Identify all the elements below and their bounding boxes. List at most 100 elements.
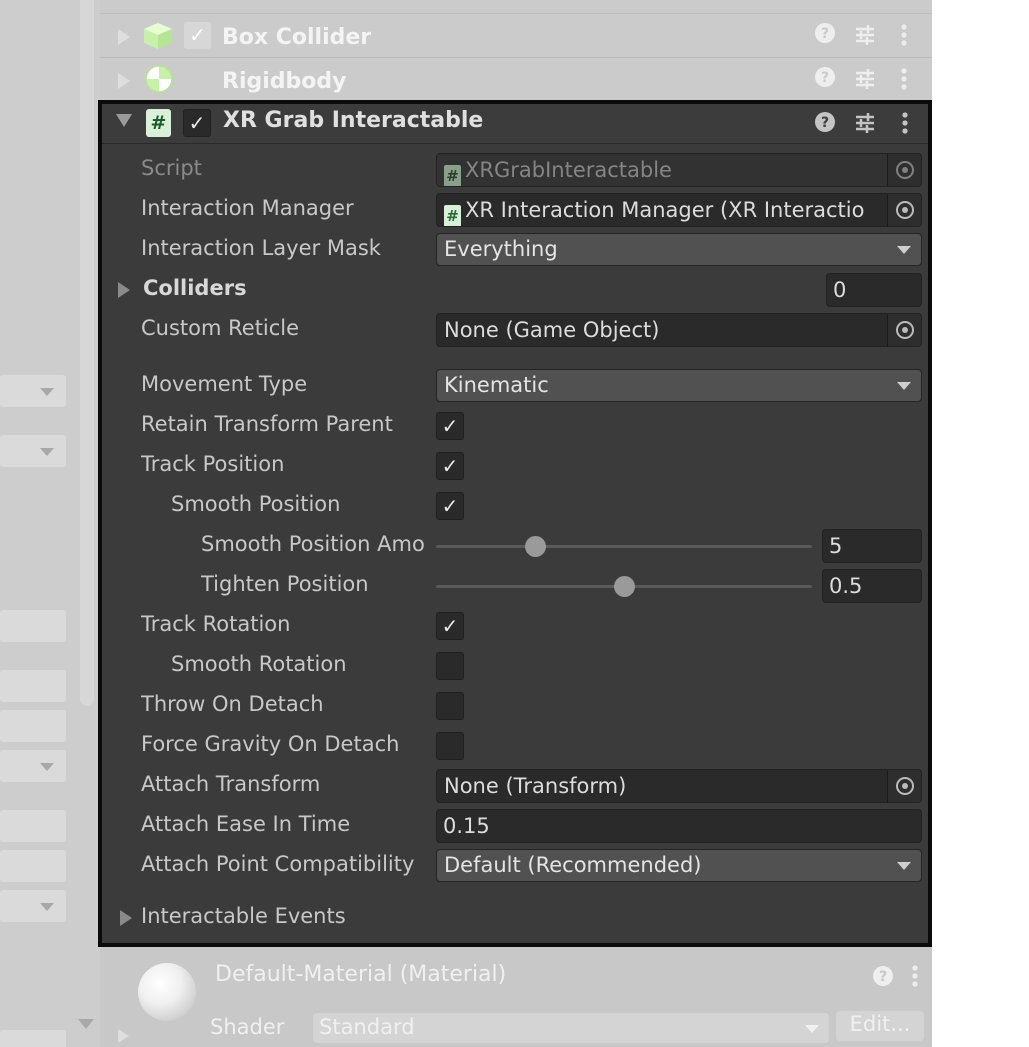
force-gravity-on-detach-checkbox[interactable] [436, 732, 464, 760]
interaction-manager-value: XR Interaction Manager (XR Interactio [465, 198, 865, 222]
chevron-down-icon [805, 1025, 819, 1033]
left-field[interactable] [0, 610, 66, 642]
chevron-down-icon [897, 862, 911, 870]
foldout-arrow-icon[interactable] [118, 73, 130, 89]
foldout-expanded-icon[interactable] [116, 114, 132, 127]
preset-sliders-icon[interactable] [854, 68, 876, 94]
component-title: Rigidbody [222, 69, 347, 94]
shader-dropdown[interactable]: Standard [313, 1013, 829, 1043]
component-header-rigidbody[interactable]: Rigidbody ? [100, 58, 932, 102]
script-hash-icon: # [444, 165, 461, 186]
left-field[interactable] [0, 670, 66, 702]
custom-reticle-value: None (Game Object) [444, 318, 660, 342]
foldout-arrow-icon[interactable] [118, 29, 130, 45]
component-title: XR Grab Interactable [223, 108, 484, 133]
left-dropdown[interactable] [0, 750, 66, 782]
tighten-position-slider-thumb[interactable] [613, 576, 635, 597]
kebab-menu-icon[interactable] [901, 112, 909, 138]
attach-point-compatibility-dropdown[interactable]: Default (Recommended) [436, 849, 922, 882]
left-scrollbar[interactable] [80, 0, 94, 706]
attach-point-compatibility-value: Default (Recommended) [444, 853, 702, 877]
interaction-manager-label: Interaction Manager [141, 196, 354, 220]
component-enabled-checkbox[interactable]: ✓ [183, 109, 211, 137]
chevron-down-icon [897, 246, 911, 254]
throw-on-detach-label: Throw On Detach [141, 692, 324, 716]
track-position-label: Track Position [141, 452, 285, 476]
kebab-menu-icon[interactable] [900, 24, 908, 50]
foldout-arrow-icon[interactable] [118, 282, 130, 298]
kebab-menu-icon[interactable] [911, 965, 919, 991]
interaction-layer-mask-label: Interaction Layer Mask [141, 236, 381, 260]
object-picker-icon[interactable] [887, 194, 921, 226]
component-header-box-collider[interactable]: ✓ Box Collider ? [100, 14, 932, 58]
object-picker-icon[interactable] [887, 770, 921, 802]
foldout-arrow-icon[interactable] [118, 1029, 129, 1043]
movement-type-dropdown[interactable]: Kinematic [436, 369, 922, 402]
script-field: # XRGrabInteractable [436, 153, 922, 187]
foldout-arrow-icon[interactable] [120, 910, 132, 926]
movement-type-value: Kinematic [444, 373, 549, 397]
help-icon[interactable]: ? [814, 22, 836, 50]
left-field[interactable] [0, 1030, 66, 1047]
left-dropdown[interactable] [0, 375, 66, 407]
object-picker-icon [887, 154, 921, 186]
help-icon[interactable]: ? [814, 111, 836, 137]
smooth-position-amount-label: Smooth Position Amo [201, 532, 425, 556]
interactable-events-label[interactable]: Interactable Events [141, 904, 346, 928]
smooth-position-amount-slider-track[interactable] [436, 545, 812, 548]
left-field[interactable] [0, 810, 66, 842]
script-hash-icon: # [444, 205, 461, 226]
left-field[interactable] [0, 710, 66, 742]
right-blank-area [932, 0, 1029, 1047]
material-preview-sphere [138, 963, 196, 1021]
attach-ease-in-time-field[interactable]: 0.15 [436, 809, 922, 843]
interaction-layer-mask-value: Everything [444, 237, 558, 261]
left-field[interactable] [0, 850, 66, 882]
throw-on-detach-checkbox[interactable] [436, 692, 464, 720]
shader-label: Shader [210, 1015, 285, 1039]
smooth-position-checkbox[interactable]: ✓ [436, 492, 464, 520]
attach-transform-value: None (Transform) [444, 774, 627, 798]
attach-point-compatibility-label: Attach Point Compatibility [141, 852, 415, 876]
svg-text:?: ? [879, 969, 887, 985]
smooth-position-amount-slider-thumb[interactable] [524, 536, 546, 557]
track-position-checkbox[interactable]: ✓ [436, 452, 464, 480]
svg-text:?: ? [821, 70, 829, 86]
attach-ease-in-time-label: Attach Ease In Time [141, 812, 351, 836]
help-icon[interactable]: ? [814, 66, 836, 94]
object-picker-icon[interactable] [887, 314, 921, 346]
script-hash-icon: # [146, 109, 171, 137]
retain-transform-parent-label: Retain Transform Parent [141, 412, 393, 436]
smooth-rotation-checkbox[interactable] [436, 652, 464, 680]
interaction-layer-mask-dropdown[interactable]: Everything [436, 233, 922, 266]
left-dropdown[interactable] [0, 435, 66, 467]
script-label: Script [141, 156, 202, 180]
chevron-down-icon[interactable] [78, 1019, 94, 1029]
custom-reticle-field[interactable]: None (Game Object) [436, 313, 922, 347]
component-title: Box Collider [222, 25, 372, 50]
edit-shader-button[interactable]: Edit... [836, 1011, 924, 1041]
interaction-manager-field[interactable]: # XR Interaction Manager (XR Interactio [436, 193, 922, 227]
preset-sliders-icon[interactable] [854, 24, 876, 50]
component-header-partial [100, 0, 932, 14]
svg-text:?: ? [821, 115, 829, 131]
track-rotation-checkbox[interactable]: ✓ [436, 612, 464, 640]
tighten-position-label: Tighten Position [201, 572, 369, 596]
shader-value: Standard [319, 1015, 415, 1039]
custom-reticle-label: Custom Reticle [141, 316, 300, 340]
smooth-position-label: Smooth Position [171, 492, 341, 516]
colliders-count-field[interactable]: 0 [826, 273, 922, 307]
material-name: Default-Material (Material) [215, 962, 507, 987]
attach-transform-field[interactable]: None (Transform) [436, 769, 922, 803]
force-gravity-on-detach-label: Force Gravity On Detach [141, 732, 400, 756]
preset-sliders-icon[interactable] [854, 112, 876, 138]
left-dropdown[interactable] [0, 890, 66, 922]
tighten-position-field[interactable]: 0.5 [822, 569, 922, 603]
movement-type-label: Movement Type [141, 372, 308, 396]
retain-transform-parent-checkbox[interactable]: ✓ [436, 412, 464, 440]
component-enabled-checkbox[interactable]: ✓ [184, 22, 211, 49]
colliders-label[interactable]: Colliders [143, 276, 247, 300]
smooth-position-amount-field[interactable]: 5 [822, 529, 922, 563]
help-icon[interactable]: ? [872, 965, 894, 991]
kebab-menu-icon[interactable] [900, 68, 908, 94]
